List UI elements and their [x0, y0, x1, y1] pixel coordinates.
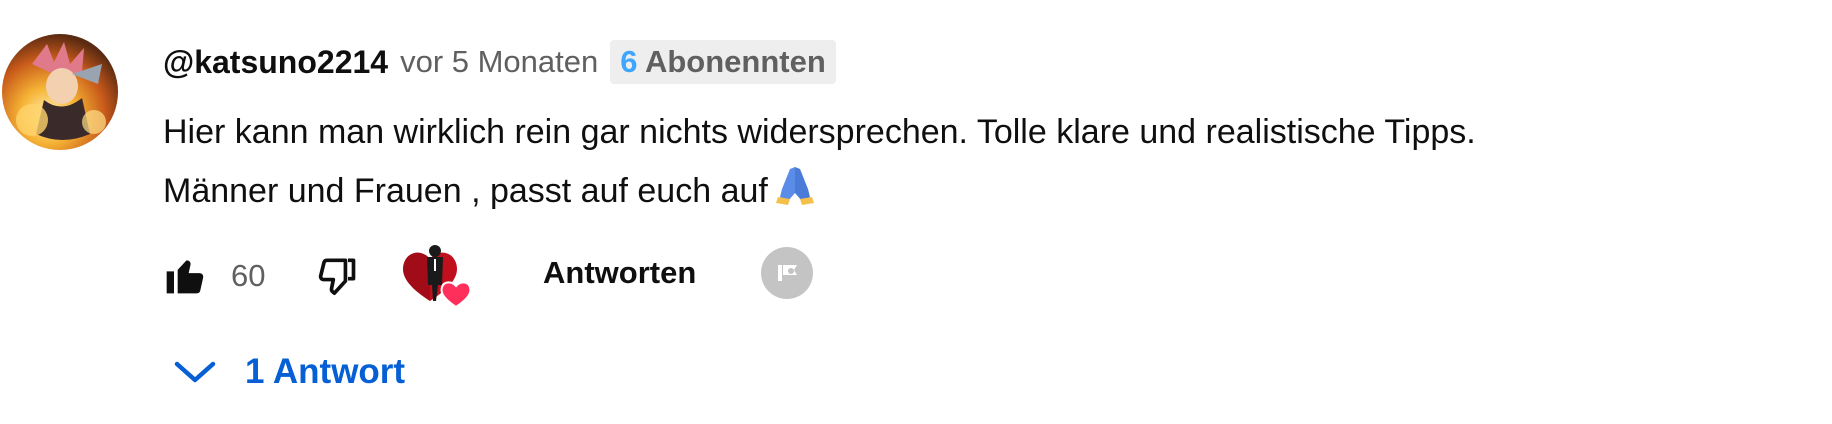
author-name[interactable]: @katsuno2214: [163, 44, 388, 81]
comment-header: @katsuno2214 vor 5 Monaten 6 Abonennten: [163, 40, 836, 84]
published-time[interactable]: vor 5 Monaten: [400, 44, 598, 80]
creator-heart[interactable]: [398, 241, 478, 311]
comment-text: Hier kann man wirklich rein gar nichts w…: [163, 103, 1823, 224]
comment-text-line-2: Männer und Frauen , passt auf euch auf: [163, 162, 1823, 224]
more-icon: [778, 265, 797, 281]
more-actions-button[interactable]: [761, 247, 813, 299]
dislike-button[interactable]: [315, 253, 359, 297]
folded-hands-icon: [775, 163, 814, 224]
avatar[interactable]: [2, 34, 118, 150]
like-count: 60: [231, 258, 266, 293]
chevron-down-icon: [174, 361, 216, 383]
like-button[interactable]: [163, 253, 207, 297]
avatar-image: [2, 34, 118, 150]
reply-button[interactable]: Antworten: [543, 255, 696, 291]
subscriber-badge: 6 Abonennten: [610, 40, 836, 84]
thumbs-down-icon: [318, 258, 356, 295]
badge-text: Abonennten: [644, 44, 826, 79]
comment-text-line: Hier kann man wirklich rein gar nichts w…: [163, 113, 1476, 151]
show-replies-button[interactable]: 1 Antwort: [173, 352, 405, 392]
action-bar: 60 Antworten: [163, 245, 1163, 309]
replies-count-label: 1 Antwort: [245, 352, 406, 391]
creator-heart-icon: [403, 245, 472, 309]
thumbs-up-icon: [166, 260, 204, 294]
badge-number: 6: [620, 44, 638, 79]
comment-text-line-content: Männer und Frauen , passt auf euch auf: [163, 172, 768, 210]
